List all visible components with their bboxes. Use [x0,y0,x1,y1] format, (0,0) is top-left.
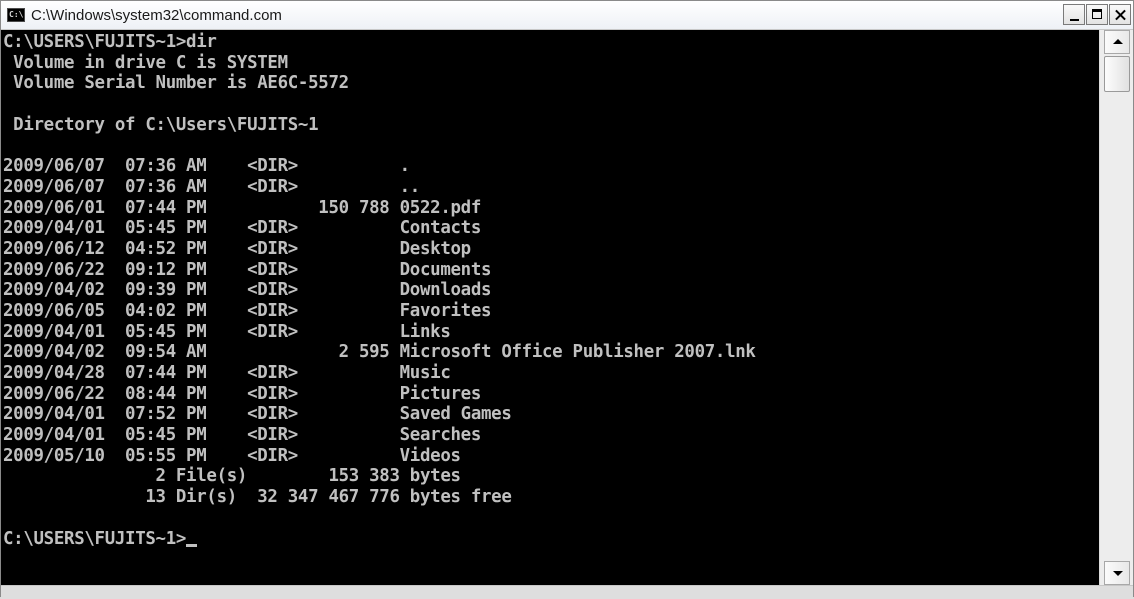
console-line: C:\USERS\FUJITS~1>dir [3,32,217,52]
console-line: 2009/04/01 05:45 PM <DIR> Searches [3,425,481,446]
console-line: 2009/04/02 09:39 PM <DIR> Downloads [3,280,492,301]
title-bar[interactable]: C:\ C:\Windows\system32\command.com [1,1,1133,30]
console-line: 2009/04/01 07:52 PM <DIR> Saved Games [3,404,512,425]
scroll-down-arrow-icon[interactable] [1104,561,1130,585]
console-line: 13 Dir(s) 32 347 467 776 bytes free [3,487,512,508]
close-button[interactable] [1109,4,1131,25]
console-line: 2009/05/10 05:55 PM <DIR> Videos [3,445,461,466]
console-line: 2009/04/28 07:44 PM <DIR> Music [3,363,451,383]
maximize-button[interactable] [1086,4,1108,25]
console-line: 2009/06/07 07:36 AM <DIR> . [3,156,410,177]
console-line: Volume Serial Number is AE6C-5572 [3,73,349,94]
text-cursor [186,543,198,547]
console-line: 2009/06/01 07:44 PM 150 788 0522.pdf [3,197,481,218]
console-line: Directory of C:\Users\FUJITS~1 [3,114,319,135]
console-line: 2009/06/05 04:02 PM <DIR> Favorites [3,300,492,321]
console-line: 2009/04/01 05:45 PM <DIR> Links [3,321,451,342]
console-line: 2009/06/22 08:44 PM <DIR> Pictures [3,383,481,404]
console-line: 2009/04/02 09:54 AM 2 595 Microsoft Offi… [3,342,756,363]
scroll-up-arrow-icon[interactable] [1104,30,1130,54]
caption-buttons [1062,4,1131,25]
console-line: 2009/04/01 05:45 PM <DIR> Contacts [3,218,481,239]
console-icon: C:\ [7,8,25,22]
console-line: 2009/06/22 09:12 PM <DIR> Documents [3,259,492,280]
console-output[interactable]: C:\USERS\FUJITS~1>dir Volume in drive C … [1,30,1099,585]
console-text: C:\USERS\FUJITS~1>dir Volume in drive C … [3,32,1099,549]
vertical-scrollbar[interactable] [1099,30,1133,585]
scroll-thumb[interactable] [1104,56,1130,92]
console-line: 2 File(s) 153 383 bytes [3,466,461,487]
console-line: Volume in drive C is SYSTEM [3,52,288,73]
command-prompt-line: C:\USERS\FUJITS~1> [3,529,1099,550]
window-title: C:\Windows\system32\command.com [31,6,282,24]
console-line: 2009/06/07 07:36 AM <DIR> .. [3,176,420,197]
minimize-button[interactable] [1063,4,1085,25]
console-line: 2009/06/12 04:52 PM <DIR> Desktop [3,238,471,259]
console-window: C:\ C:\Windows\system32\command.com C:\U… [0,0,1134,599]
